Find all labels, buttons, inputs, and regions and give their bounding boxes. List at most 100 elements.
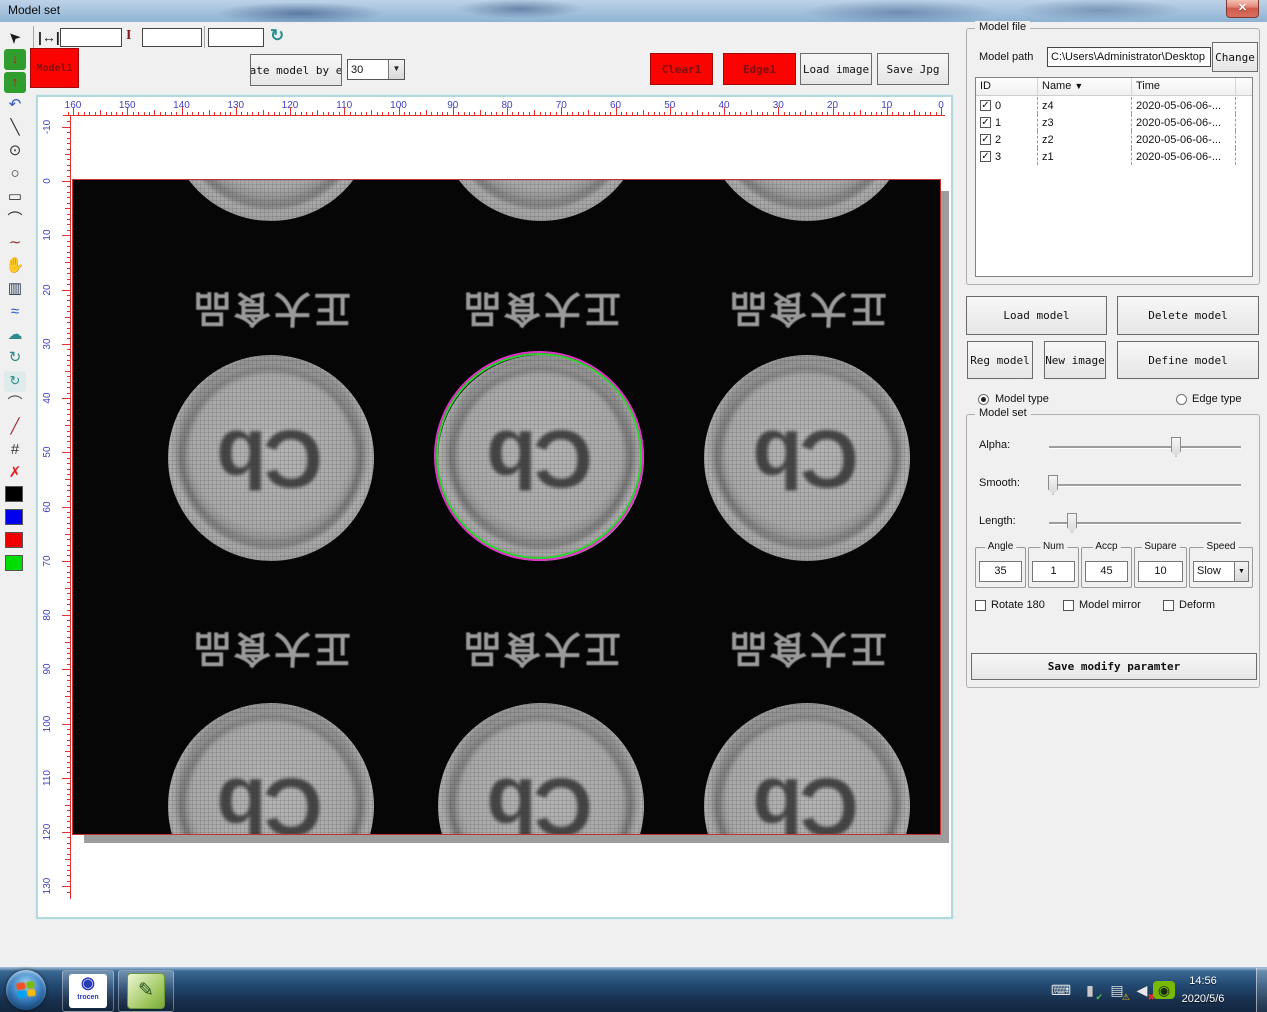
export-model-icon[interactable]: ↑ bbox=[4, 72, 26, 93]
ruler-tick bbox=[323, 112, 324, 115]
start-button[interactable] bbox=[6, 970, 46, 1010]
load-model-button[interactable]: Load model bbox=[966, 296, 1107, 335]
line-tool-icon[interactable]: ╲ bbox=[4, 118, 26, 139]
bottle-cap[interactable]: Cb bbox=[704, 179, 910, 221]
param-input-accp[interactable]: 45 bbox=[1085, 561, 1128, 582]
show-desktop-button[interactable] bbox=[1256, 968, 1267, 1012]
row-checkbox[interactable]: ✓ bbox=[980, 134, 991, 145]
delete-icon[interactable]: ✗ bbox=[4, 463, 26, 484]
save-jpg-button[interactable]: Save Jpg bbox=[877, 53, 949, 85]
circle-center-tool-icon[interactable]: ⊙ bbox=[4, 141, 26, 162]
rotate-icon[interactable]: ↻ bbox=[4, 348, 26, 369]
checkbox-deform[interactable]: Deform bbox=[1163, 599, 1215, 611]
delete-model-button[interactable]: Delete model bbox=[1117, 296, 1259, 335]
table-row[interactable]: ✓1z32020-05-06-06-... bbox=[976, 114, 1252, 131]
row-checkbox[interactable]: ✓ bbox=[980, 100, 991, 111]
angle-input[interactable] bbox=[208, 28, 264, 47]
column-header-id[interactable]: ID bbox=[976, 78, 1038, 95]
model-type-radio[interactable] bbox=[978, 394, 989, 405]
slider-thumb[interactable] bbox=[1171, 437, 1181, 457]
reset-rotate-icon[interactable]: ↻ bbox=[270, 26, 284, 46]
keyboard-icon[interactable]: ⌨ bbox=[1050, 980, 1072, 1000]
ruler-tick bbox=[65, 154, 70, 155]
camera-image[interactable]: CbCbCbCbCbCbCbCbCb正大食品正大食品正大食品正大食品正大食品正大… bbox=[72, 179, 941, 835]
checkbox-box[interactable] bbox=[1063, 600, 1074, 611]
model-table[interactable]: ID Name ▼ Time ✓0z42020-05-06-06-...✓1z3… bbox=[975, 77, 1253, 277]
create-model-by-edge-button[interactable]: eate model by ed bbox=[250, 54, 342, 86]
swatch-red[interactable] bbox=[5, 532, 23, 548]
bezier-tool-icon[interactable]: ∼ bbox=[4, 233, 26, 254]
mirror-icon[interactable]: ▥ bbox=[4, 279, 26, 300]
checkbox-model-mirror[interactable]: Model mirror bbox=[1063, 599, 1141, 611]
reg-model-button[interactable]: Reg model bbox=[967, 341, 1033, 379]
model-path-input[interactable]: C:\Users\Administrator\Desktop bbox=[1047, 47, 1211, 67]
row-checkbox[interactable]: ✓ bbox=[980, 117, 991, 128]
undo-icon[interactable]: ↶ bbox=[4, 95, 26, 116]
bottle-cap[interactable]: Cb bbox=[438, 179, 644, 221]
edge1-button[interactable]: Edge1 bbox=[723, 53, 796, 85]
bottle-cap[interactable]: Cb bbox=[704, 355, 910, 561]
bottle-cap[interactable]: Cb bbox=[168, 179, 374, 221]
speed-combo-arrow-icon[interactable]: ▼ bbox=[1234, 562, 1248, 581]
layers-icon[interactable]: ≈ bbox=[4, 302, 26, 323]
swatch-black[interactable] bbox=[5, 486, 23, 502]
define-model-button[interactable]: Define model bbox=[1117, 341, 1259, 379]
rectangle-tool-icon[interactable]: ▭ bbox=[4, 187, 26, 208]
select-cursor-icon[interactable]: ➤ bbox=[0, 21, 30, 51]
close-button[interactable]: ✕ bbox=[1226, 0, 1259, 18]
width-input[interactable] bbox=[60, 28, 122, 47]
taskbar-app-draw[interactable]: ✎ bbox=[118, 970, 174, 1012]
grid-icon[interactable]: # bbox=[4, 440, 26, 461]
volume-muted-icon[interactable]: ◀✖ bbox=[1131, 980, 1153, 1000]
param-input-speed[interactable]: Slow▼ bbox=[1193, 561, 1249, 582]
arc-tool-icon[interactable]: ⌒ bbox=[4, 210, 26, 231]
arc-small-icon[interactable]: ⌒ bbox=[4, 394, 26, 415]
model1-button[interactable]: Model1 bbox=[30, 48, 79, 88]
bottle-cap[interactable]: Cb bbox=[168, 703, 374, 835]
param-input-supare[interactable]: 10 bbox=[1138, 561, 1183, 582]
table-row[interactable]: ✓2z22020-05-06-06-... bbox=[976, 131, 1252, 148]
param-input-angle[interactable]: 35 bbox=[979, 561, 1022, 582]
swatch-green[interactable] bbox=[5, 555, 23, 571]
row-checkbox[interactable]: ✓ bbox=[980, 151, 991, 162]
clear1-button[interactable]: Clear1 bbox=[650, 53, 713, 85]
slider-track[interactable] bbox=[1049, 446, 1241, 448]
load-image-button[interactable]: Load image bbox=[800, 53, 872, 85]
canvas-viewport[interactable]: CbCbCbCbCbCbCbCbCb正大食品正大食品正大食品正大食品正大食品正大… bbox=[38, 97, 951, 917]
height-input[interactable] bbox=[142, 28, 202, 47]
column-header-name[interactable]: Name ▼ bbox=[1038, 78, 1132, 95]
table-row[interactable]: ✓3z12020-05-06-06-... bbox=[976, 148, 1252, 165]
bottle-cap[interactable]: Cb bbox=[438, 703, 644, 835]
taskbar-app-trocen[interactable]: ◉ trocen bbox=[62, 970, 114, 1012]
column-header-time[interactable]: Time bbox=[1132, 78, 1236, 95]
swatch-blue[interactable] bbox=[5, 509, 23, 525]
edge-type-radio[interactable] bbox=[1176, 394, 1187, 405]
save-modify-parameter-button[interactable]: Save modify paramter bbox=[971, 653, 1257, 680]
ellipse-tool-icon[interactable]: ○ bbox=[4, 164, 26, 185]
cloud-icon[interactable]: ☁ bbox=[4, 325, 26, 346]
change-path-button[interactable]: Change bbox=[1212, 42, 1258, 72]
pan-hand-icon[interactable]: ✋ bbox=[4, 256, 26, 277]
param-input-num[interactable]: 1 bbox=[1032, 561, 1075, 582]
combo-arrow-icon[interactable]: ▼ bbox=[388, 60, 404, 79]
slider-thumb[interactable] bbox=[1048, 475, 1058, 495]
usb-device-icon[interactable]: ▮✔ bbox=[1079, 980, 1101, 1000]
line-point-icon[interactable]: ╱ bbox=[4, 417, 26, 438]
checkbox-box[interactable] bbox=[975, 600, 986, 611]
slider-thumb[interactable] bbox=[1067, 513, 1077, 533]
cap-logo: Cb bbox=[704, 355, 910, 561]
slider-track[interactable] bbox=[1049, 522, 1241, 524]
bottle-cap[interactable]: Cb bbox=[704, 703, 910, 835]
taskbar-clock[interactable]: 14:56 2020/5/6 bbox=[1163, 972, 1243, 1008]
slider-track[interactable] bbox=[1049, 484, 1241, 486]
bottle-cap[interactable]: Cb bbox=[168, 355, 374, 561]
import-model-icon[interactable]: ↓ bbox=[4, 49, 26, 70]
new-image-button[interactable]: New image bbox=[1044, 341, 1106, 379]
checkbox-box[interactable] bbox=[1163, 600, 1174, 611]
network-warning-icon[interactable]: ▤⚠ bbox=[1106, 980, 1128, 1000]
edge-count-combobox[interactable]: 30 ▼ bbox=[347, 59, 405, 80]
table-row[interactable]: ✓0z42020-05-06-06-... bbox=[976, 97, 1252, 114]
rotate-selection-icon[interactable]: ↻ bbox=[4, 371, 26, 392]
ruler-tick bbox=[909, 112, 910, 115]
checkbox-rotate-180[interactable]: Rotate 180 bbox=[975, 599, 1045, 611]
